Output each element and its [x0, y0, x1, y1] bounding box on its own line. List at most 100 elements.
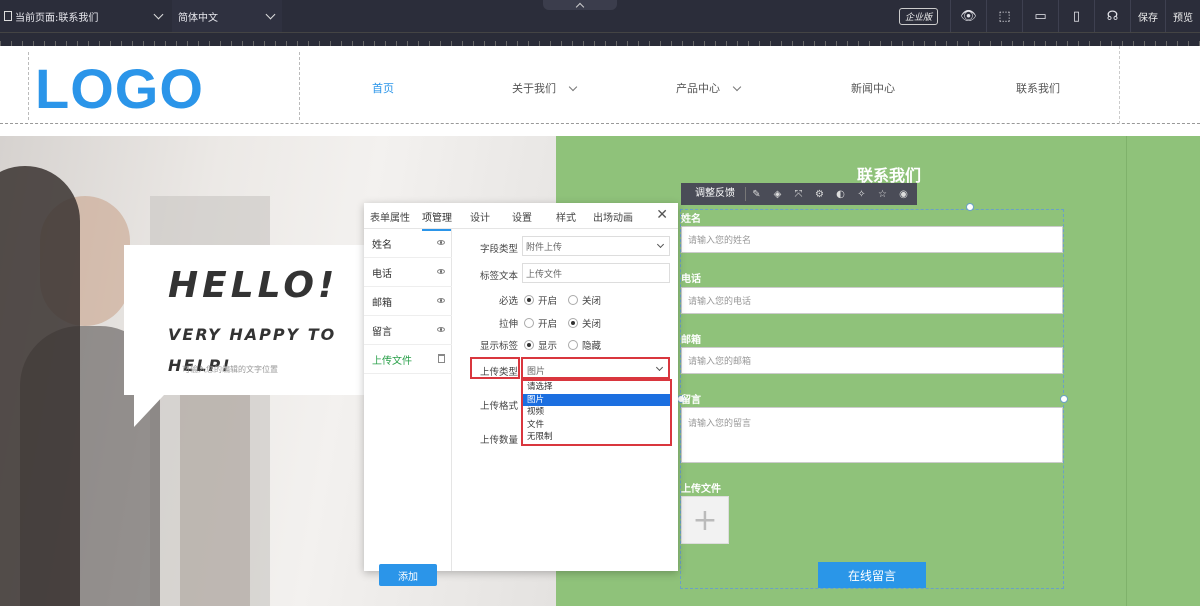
collapse-toggle[interactable] — [543, 0, 617, 10]
radio-unchecked-icon — [568, 295, 578, 305]
name-input[interactable]: 请输入您的姓名 — [681, 226, 1063, 253]
form-toolbar: 调整反馈 ✎ ◈ ⤧ ⚙ ◐ ✧ ☆ ◉ — [681, 183, 917, 205]
phone-input[interactable]: 请输入您的电话 — [681, 287, 1063, 314]
hello-heading: HELLO! — [168, 265, 339, 306]
radio-label: 隐藏 — [582, 341, 602, 352]
star-icon[interactable]: ☆ — [872, 189, 893, 200]
chevron-down-icon — [732, 82, 742, 91]
preview-button[interactable]: 预览 — [1165, 0, 1200, 32]
eye-icon[interactable] — [437, 298, 445, 303]
page-select[interactable]: 当前页面:联系我们 — [0, 0, 170, 32]
tab-item-management[interactable]: 项管理 — [422, 209, 452, 231]
language-select[interactable]: 简体中文 — [172, 0, 282, 32]
eye-icon[interactable] — [437, 240, 445, 245]
tab-style[interactable]: 样式 — [556, 209, 576, 224]
language-select-label: 简体中文 — [178, 12, 218, 24]
topbar-actions: 企业版 👁 ⬚ ▭ ▯ ☊ 保存 预览 — [898, 0, 1200, 32]
required-off-radio[interactable]: 关闭 — [568, 293, 601, 307]
upload-plus-icon[interactable]: + — [681, 496, 729, 544]
settings-icon[interactable]: ⚙ — [809, 189, 830, 200]
chevron-down-icon — [153, 9, 164, 20]
stretch-on-radio[interactable]: 开启 — [524, 316, 557, 330]
list-item-active[interactable]: 上传文件 — [364, 345, 452, 374]
required-on-radio[interactable]: 开启 — [524, 293, 557, 307]
phone-label: 电话 — [681, 274, 701, 285]
submit-button[interactable]: 在线留言 — [818, 562, 926, 588]
eye-icon[interactable] — [437, 327, 445, 332]
animation-icon[interactable]: ✧ — [851, 189, 872, 200]
upload-type-dropdown[interactable]: 请选择 图片 视频 文件 无限制 — [521, 379, 672, 446]
nav-item-about[interactable]: 关于我们 — [512, 80, 578, 96]
mobile-icon[interactable]: ▯ — [1058, 0, 1094, 32]
edit-icon[interactable]: ✎ — [746, 189, 767, 200]
layers-icon[interactable]: ◈ — [767, 189, 788, 200]
logo[interactable]: LOGO — [28, 52, 300, 120]
feedback-button[interactable]: 调整反馈 — [681, 187, 746, 201]
tag-text-label: 标签文本 — [479, 271, 518, 282]
link-icon[interactable]: ⤧ — [788, 189, 809, 200]
eye-icon[interactable] — [437, 269, 445, 274]
dropdown-option[interactable]: 文件 — [523, 419, 670, 432]
tab-form-properties[interactable]: 表单属性 — [370, 209, 410, 224]
tab-settings[interactable]: 设置 — [512, 209, 532, 224]
resize-handle[interactable] — [1060, 395, 1068, 403]
upload-label: 上传文件 — [681, 484, 721, 495]
nav-label: 产品中心 — [676, 82, 720, 95]
item-label: 上传文件 — [372, 355, 412, 367]
tab-design[interactable]: 设计 — [470, 209, 490, 224]
eye-icon[interactable]: 👁 — [950, 0, 986, 32]
palette-icon[interactable]: ◐ — [830, 189, 851, 200]
list-item[interactable]: 姓名 — [364, 229, 452, 258]
radio-checked-icon — [524, 340, 534, 350]
email-input[interactable]: 请输入您的邮箱 — [681, 347, 1063, 374]
show-label-show-radio[interactable]: 显示 — [524, 338, 557, 352]
item-label: 姓名 — [372, 239, 392, 251]
stretch-off-radio[interactable]: 关闭 — [568, 316, 601, 330]
close-icon[interactable]: ✕ — [656, 207, 668, 223]
background-shape — [0, 166, 80, 606]
field-type-label: 字段类型 — [479, 244, 518, 255]
dropdown-option[interactable]: 视频 — [523, 406, 670, 419]
select-icon[interactable]: ⬚ — [986, 0, 1022, 32]
page-icon — [4, 11, 12, 21]
tag-text-input[interactable]: 上传文件 — [522, 263, 670, 283]
panel-tabs: 表单属性 项管理 设计 设置 样式 出场动画 ✕ — [364, 203, 678, 231]
list-item[interactable]: 留言 — [364, 316, 452, 345]
support-icon[interactable]: ☊ — [1094, 0, 1130, 32]
dropdown-option[interactable]: 无限制 — [523, 431, 670, 444]
page-select-label: 当前页面:联系我们 — [15, 12, 99, 24]
list-item[interactable]: 电话 — [364, 258, 452, 287]
save-button[interactable]: 保存 — [1130, 0, 1165, 32]
nav-item-contact[interactable]: 联系我们 — [1016, 80, 1060, 96]
upload-format-label: 上传格式 — [479, 401, 518, 412]
radio-label: 关闭 — [582, 319, 602, 330]
list-item[interactable]: 邮箱 — [364, 287, 452, 316]
stretch-label: 拉伸 — [498, 319, 518, 330]
eye-icon[interactable]: ◉ — [893, 189, 914, 200]
trash-icon[interactable] — [438, 354, 445, 363]
show-label-hide-radio[interactable]: 隐藏 — [568, 338, 601, 352]
site-header: LOGO 首页 关于我们 产品中心 新闻中心 联系我们 — [0, 46, 1200, 124]
chevron-down-icon — [656, 240, 665, 249]
desktop-icon[interactable]: ▭ — [1022, 0, 1058, 32]
chevron-down-icon — [265, 9, 276, 20]
chevron-down-icon — [568, 82, 578, 91]
logo-text: LOGO — [35, 57, 204, 120]
nav-item-products[interactable]: 产品中心 — [676, 80, 742, 96]
item-label: 留言 — [372, 326, 392, 338]
dropdown-option-selected[interactable]: 图片 — [523, 393, 670, 406]
tab-animation[interactable]: 出场动画 — [593, 209, 633, 224]
show-label-label: 显示标签 — [479, 341, 518, 352]
form-selection-frame[interactable] — [680, 209, 1064, 589]
add-item-button[interactable]: 添加 — [379, 564, 437, 586]
message-textarea[interactable]: 请输入您的留言 — [681, 407, 1063, 463]
radio-label: 开启 — [538, 296, 558, 307]
item-label: 电话 — [372, 268, 392, 280]
nav-item-news[interactable]: 新闻中心 — [851, 80, 895, 96]
nav-item-home[interactable]: 首页 — [372, 80, 394, 96]
item-label: 邮箱 — [372, 297, 392, 309]
resize-handle[interactable] — [966, 203, 974, 211]
dropdown-option[interactable]: 请选择 — [523, 381, 670, 394]
field-type-select[interactable]: 附件上传 — [522, 236, 670, 256]
highlight-box — [470, 357, 520, 379]
